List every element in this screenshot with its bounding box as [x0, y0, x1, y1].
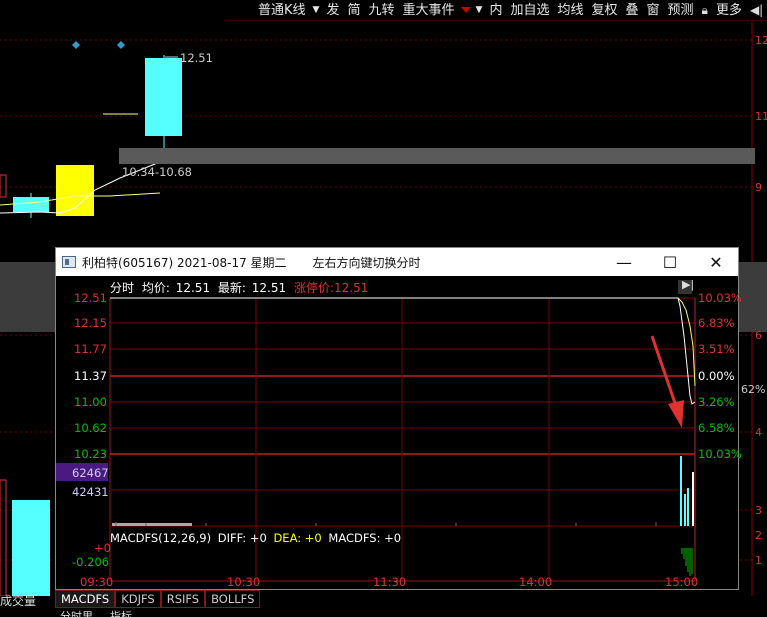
close-icon[interactable]: ✕ [693, 248, 739, 276]
chevron-down-icon[interactable]: ▼ [310, 5, 323, 15]
right-axis-tick: 3.51% [698, 342, 735, 356]
right-axis-tick: 10.03% [698, 291, 742, 305]
candle [145, 58, 182, 136]
range-label: 10.34-10.68 [122, 165, 192, 179]
popup-hint: 左右方向键切换分时 [312, 255, 421, 270]
left-axis-tick: 11.37 [74, 369, 107, 383]
candle [13, 197, 49, 212]
right-axis-tick: 6.83% [698, 316, 735, 330]
lock-icon[interactable]: 🔒︎ [698, 3, 712, 18]
maximize-icon[interactable]: ☐ [647, 248, 693, 276]
events-dropdown-icon[interactable] [460, 7, 471, 13]
right-partial-text: 62% [741, 383, 766, 396]
popup-titlebar[interactable]: 利柏特(605167) 2021-08-17 星期二 左右方向键切换分时 — ☐… [56, 248, 738, 276]
right-axis-tick: 3.26% [698, 395, 735, 409]
collapse-right-icon[interactable]: ▶| [682, 278, 694, 291]
right-axis-tick: 1 [755, 554, 762, 567]
info-bar: 分时 均价: 12.51 最新: 12.51 涨停价:12.51 [110, 279, 368, 296]
bottom-tab-label[interactable]: 分时里 [60, 608, 93, 617]
marker-diamond [72, 41, 80, 49]
right-axis-tick: 6.58% [698, 421, 735, 435]
volume-axis-tick: 42431 [72, 485, 109, 499]
volume-baseline [112, 523, 192, 526]
latest-price-value: 12.51 [251, 281, 287, 295]
limit-price-label: 涨停价: [293, 281, 335, 295]
candle [0, 174, 7, 198]
toolbar-item-forecast[interactable]: 预测 [664, 0, 698, 21]
time-axis-tick: 11:30 [373, 575, 407, 589]
annotation-arrow-line [650, 335, 678, 407]
right-axis-tick: 3 [755, 504, 762, 517]
avg-price-label: 均价: [141, 281, 170, 295]
toolbar-item-jian[interactable]: 简 [343, 0, 364, 21]
collapse-right-icon[interactable]: ◀| [746, 3, 767, 17]
macd-axis-tick: -0.206 [72, 555, 110, 569]
toolbar-item-adjust[interactable]: 复权 [587, 0, 621, 21]
macd-dea: DEA: +0 [273, 531, 322, 545]
left-axis-tick: 12.51 [74, 291, 107, 305]
bottom-tab-label[interactable]: 指标 [110, 608, 132, 617]
volume-bar [12, 500, 50, 596]
tab-macdfs[interactable]: MACDFS [55, 590, 116, 608]
left-axis-tick: 12.15 [74, 316, 107, 330]
window-app-icon [62, 256, 76, 268]
time-axis-tick: 14:00 [519, 575, 553, 589]
macd-legend: MACDFS(12,26,9) DIFF: +0 DEA: +0 MACDFS:… [110, 531, 401, 545]
right-axis-tick: 12 [755, 34, 767, 47]
toolbar-item-more[interactable]: 更多 [712, 0, 746, 21]
right-axis-tick: 4 [755, 426, 762, 439]
avg-price-value: 12.51 [175, 281, 211, 295]
minimize-icon[interactable]: — [601, 248, 647, 276]
mode-label: 分时 [110, 281, 135, 295]
tab-bollfs[interactable]: BOLLFS [205, 590, 261, 608]
indicator-tabs: MACDFS KDJFS RSIFS BOLLFS [55, 590, 261, 608]
left-axis-tick: 11.00 [74, 395, 107, 409]
toolbar-item-window[interactable]: 窗 [643, 0, 664, 21]
toolbar-item-jiuzhuan[interactable]: 九转 [364, 0, 398, 21]
toolbar-item-ma[interactable]: 均线 [553, 0, 587, 21]
kline-type-select[interactable]: 普通K线 [228, 0, 310, 21]
time-axis-tick: 15:00 [665, 575, 699, 589]
left-axis-tick: 11.77 [74, 342, 107, 356]
volume-axis-tick: 62467 [72, 466, 109, 480]
intraday-popup-window[interactable]: 利柏特(605167) 2021-08-17 星期二 左右方向键切换分时 — ☐… [55, 247, 742, 590]
limit-price-value: 12.51 [334, 281, 369, 295]
tab-kdjfs[interactable]: KDJFS [115, 590, 161, 608]
latest-price-label: 最新: [217, 281, 246, 295]
left-axis-tick: 10.62 [74, 421, 107, 435]
macd-axis-tick: +0 [94, 541, 111, 555]
left-axis-tick: 10.23 [74, 447, 107, 461]
macd-diff: DIFF: +0 [217, 531, 267, 545]
right-axis-tick: 0.00% [698, 369, 735, 383]
right-axis-tick: 6 [755, 329, 762, 342]
toolbar-item-overlay[interactable]: 叠 [622, 0, 643, 21]
toolbar: 普通K线 ▼ 发 简 九转 重大事件 ▼ 内 加自选 均线 复权 叠 窗 预测 … [228, 0, 767, 21]
volume-bar [0, 479, 7, 596]
toolbar-item-fa[interactable]: 发 [322, 0, 343, 21]
high-price-label: 12.51 [180, 51, 213, 65]
right-axis-tick: 9 [755, 181, 762, 194]
toolbar-item-events[interactable]: 重大事件 [399, 0, 459, 21]
tab-rsifs[interactable]: RSIFS [160, 590, 206, 608]
toolbar-item-nei[interactable]: 内 [485, 0, 506, 21]
popup-title: 利柏特(605167) 2021-08-17 星期二 [82, 255, 287, 270]
macd-value: MACDFS: +0 [328, 531, 402, 545]
right-axis-tick: 2 [755, 529, 762, 542]
toolbar-item-add-watch[interactable]: 加自选 [506, 0, 553, 21]
time-axis-tick: 09:30 [80, 575, 114, 589]
macd-label: MACDFS(12,26,9) [110, 531, 212, 545]
highlight-band [119, 148, 755, 164]
right-axis-tick: 11 [755, 110, 767, 123]
right-axis-tick: 10.03% [698, 447, 742, 461]
marker-diamond [117, 41, 125, 49]
annotation-arrow-head [668, 400, 684, 428]
volume-indicator-label: 成交量 [0, 594, 37, 608]
chevron-down-icon[interactable]: ▼ [473, 5, 486, 15]
time-axis-tick: 10:30 [227, 575, 261, 589]
